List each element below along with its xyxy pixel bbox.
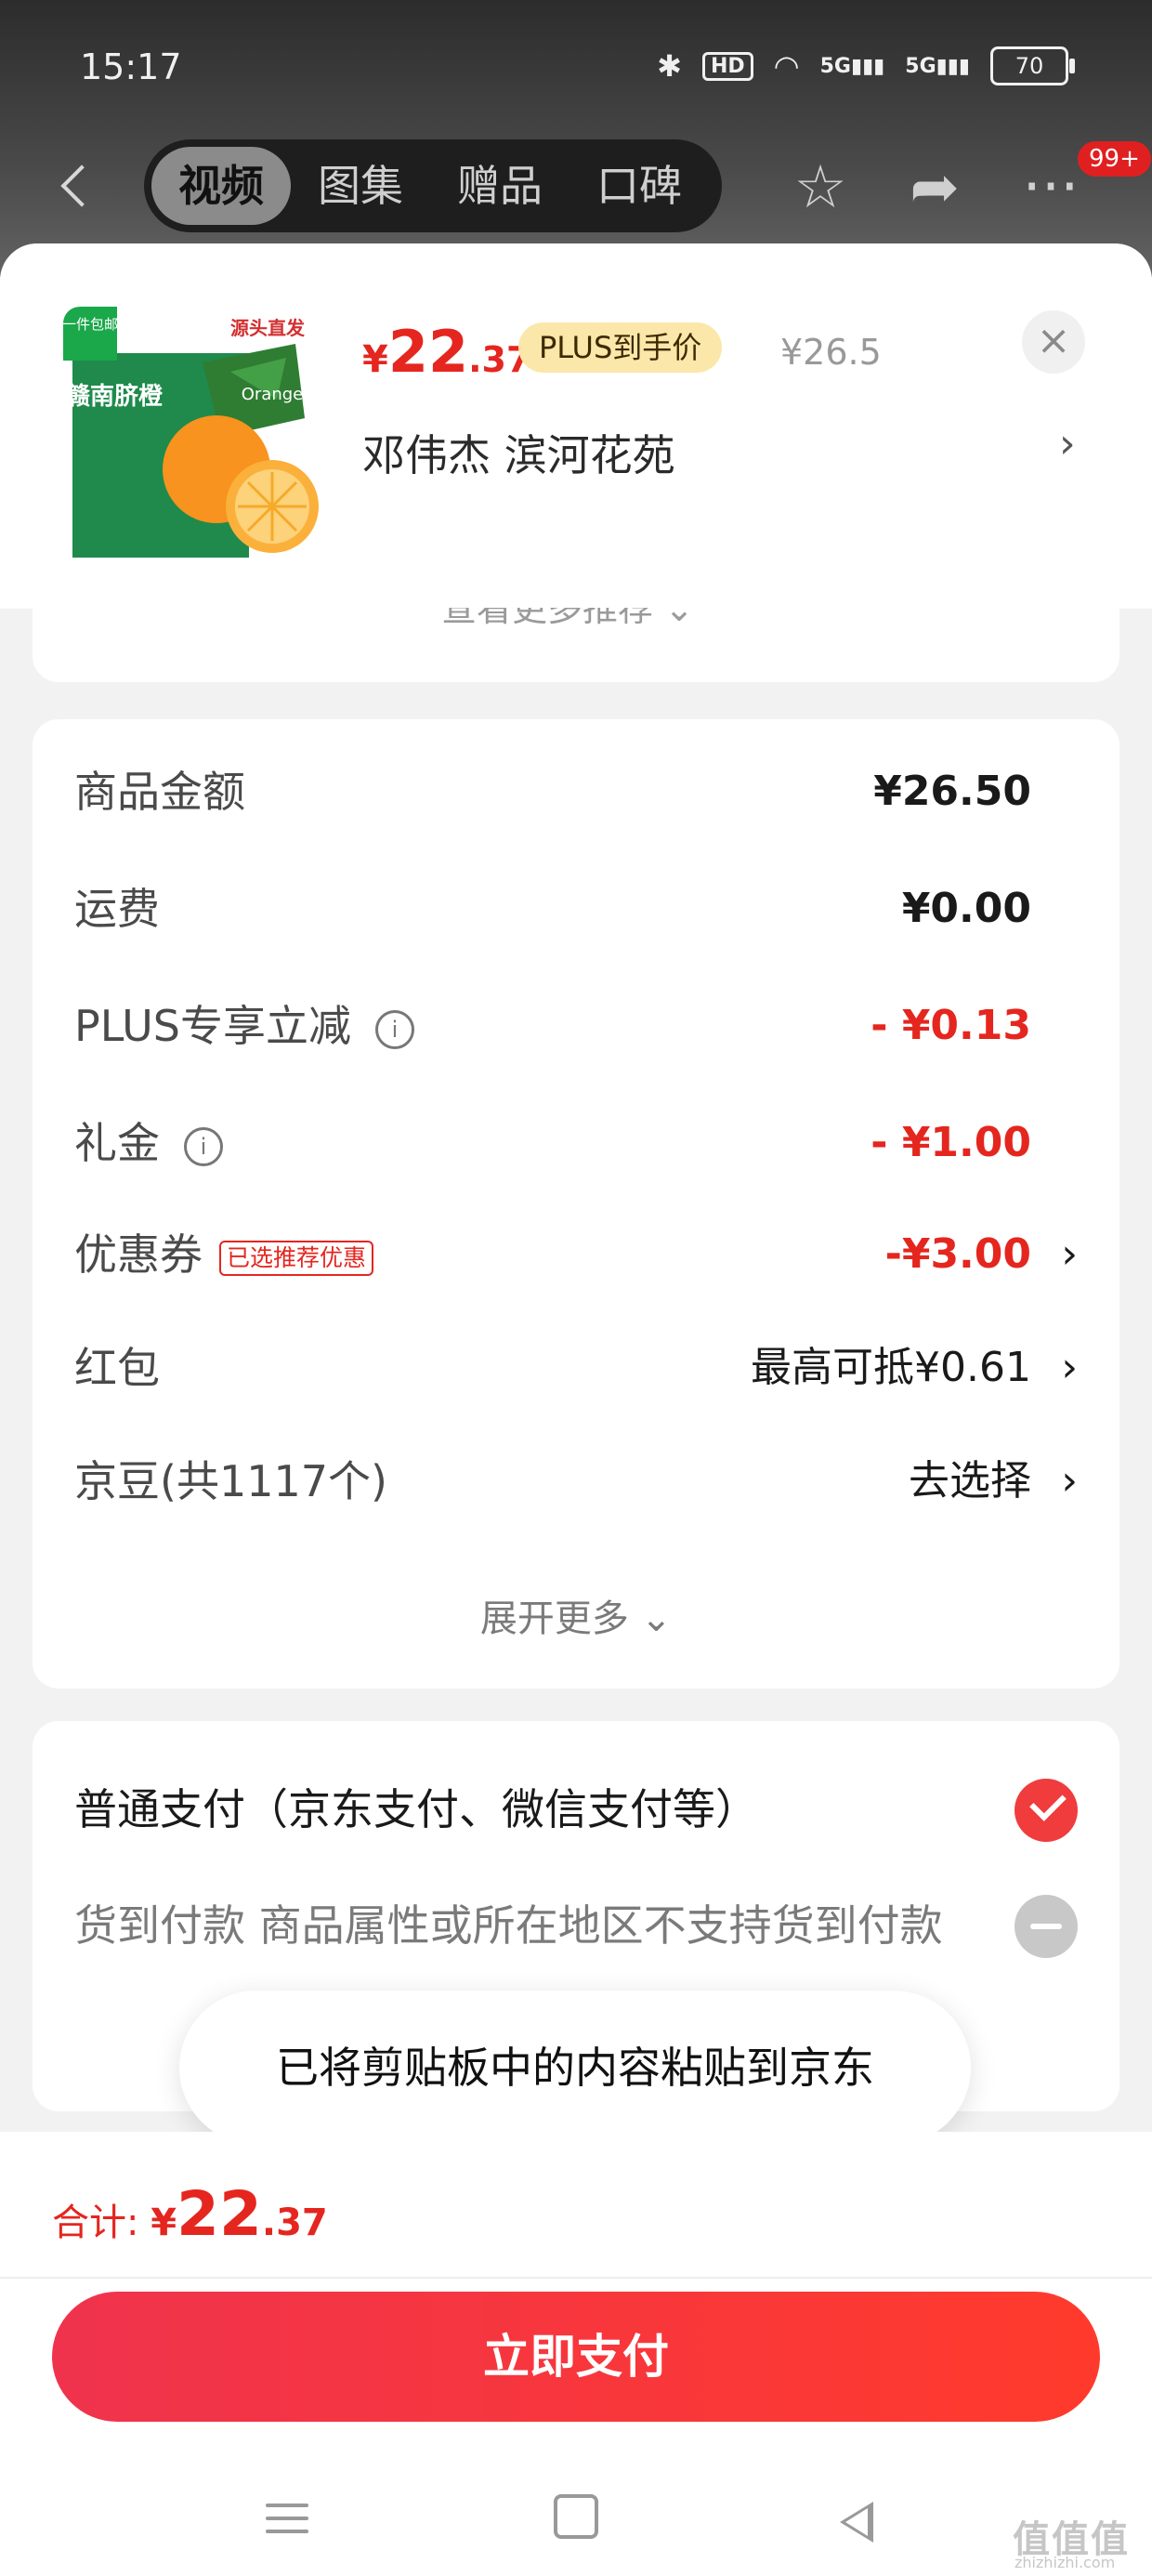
coupon-tag: 已选推荐优惠	[219, 1240, 374, 1276]
product-header: 一件包邮 源头直发 赣南脐橙 Orange ¥22.37 PLUS到手价 ¥26…	[0, 243, 1152, 609]
product-thumbnail: 一件包邮 源头直发 赣南脐橙 Orange	[63, 307, 325, 569]
cost-row-gift-money: 礼金 i - ¥1.00	[74, 1106, 1078, 1180]
cost-value: 去选择	[909, 1457, 1031, 1505]
disabled-icon	[1015, 1895, 1078, 1958]
clock: 15:17	[80, 46, 182, 87]
orange-box-image: 一件包邮 源头直发 赣南脐橙 Orange	[63, 307, 325, 569]
cost-label: 红包	[74, 1343, 160, 1393]
checkmark-icon[interactable]	[1015, 1779, 1078, 1842]
chevron-right-icon[interactable]: ›	[1061, 1444, 1078, 1518]
cost-row-jingdou[interactable]: 京豆(共1117个) 去选择 ›	[74, 1444, 1078, 1518]
cost-value: ¥26.50	[873, 768, 1031, 815]
back-button[interactable]	[56, 160, 102, 216]
total-currency: ¥	[151, 2201, 177, 2244]
payment-option-cod: 货到付款 商品属性或所在地区不支持货到付款	[74, 1884, 1078, 1967]
order-total: 合计: ¥22.37	[52, 2178, 328, 2250]
media-tabs: 视频 图集 赠品 口碑	[144, 139, 722, 232]
cost-value: -¥3.00	[884, 1230, 1031, 1278]
watermark-url: zhizhizhi.com	[1015, 2554, 1116, 2571]
battery-icon: 70	[990, 46, 1075, 85]
recent-apps-button[interactable]	[266, 2494, 321, 2550]
top-nav: 视频 图集 赠品 口碑 ☆ ➦ ···	[0, 139, 1152, 232]
product-price: ¥22.37	[362, 318, 530, 386]
total-decimal: .37	[261, 2201, 328, 2244]
info-icon[interactable]: i	[184, 1126, 223, 1166]
shipping-address[interactable]: 邓伟杰 滨河花苑	[362, 422, 675, 483]
original-price: ¥26.5	[780, 332, 882, 373]
cost-label: 商品金额	[74, 767, 245, 817]
cost-value: - ¥0.13	[871, 1002, 1031, 1049]
payment-option-normal[interactable]: 普通支付（京东支付、微信支付等）	[74, 1768, 1078, 1851]
wifi-icon: ◠	[773, 48, 800, 84]
pay-now-button[interactable]: 立即支付	[52, 2292, 1100, 2422]
status-icons: ✱ HD ◠ 5G▮▮▮ 5G▮▮▮ 70	[657, 46, 1075, 85]
tab-gift[interactable]: 赠品	[430, 147, 569, 225]
cost-value: - ¥1.00	[871, 1119, 1031, 1166]
cost-row-plus-discount: PLUS专享立减 i - ¥0.13	[74, 989, 1078, 1063]
cost-label: 运费	[74, 884, 160, 934]
plus-price-badge: PLUS到手价	[518, 322, 723, 373]
recommend-card: 查看更多推荐 ⌄	[33, 608, 1119, 682]
payment-label: 货到付款 商品属性或所在地区不支持货到付款	[74, 1900, 943, 1951]
checkout-bar: 合计: ¥22.37 立即支付	[0, 2132, 1152, 2576]
bluetooth-icon: ✱	[657, 48, 682, 84]
signal-icon-2: 5G▮▮▮	[905, 54, 970, 78]
thumb-tag-1: 一件包邮	[63, 316, 118, 333]
cost-row-coupon[interactable]: 优惠券 已选推荐优惠 -¥3.00 ›	[74, 1217, 1078, 1292]
cost-row-shipping: 运费 ¥0.00	[74, 872, 1078, 946]
star-icon[interactable]: ☆	[785, 152, 856, 223]
status-bar: 15:17 ✱ HD ◠ 5G▮▮▮ 5G▮▮▮ 70	[0, 37, 1152, 102]
notification-badge: 99+	[1078, 141, 1151, 177]
cost-row-goods: 商品金额 ¥26.50	[74, 755, 1078, 829]
price-integer: 22	[387, 318, 469, 386]
more-recommend-link[interactable]: 查看更多推荐 ⌄	[441, 608, 694, 631]
system-back-button[interactable]	[840, 2502, 896, 2557]
thumb-tag-2: 源头直发	[230, 317, 306, 339]
cost-value: ¥0.00	[901, 885, 1031, 932]
cost-label: 礼金 i	[74, 1106, 223, 1180]
payment-label: 普通支付（京东支付、微信支付等）	[74, 1784, 758, 1834]
cost-row-red-packet[interactable]: 红包 最高可抵¥0.61 ›	[74, 1331, 1078, 1405]
cost-breakdown-card: 商品金额 ¥26.50 运费 ¥0.00 PLUS专享立减 i - ¥0.13 礼…	[33, 719, 1119, 1689]
total-label: 合计:	[52, 2201, 151, 2244]
cost-value: 最高可抵¥0.61	[751, 1344, 1031, 1391]
share-icon[interactable]: ➦	[899, 152, 970, 223]
close-button[interactable]: ×	[1022, 310, 1085, 374]
chevron-right-icon[interactable]: ›	[1059, 420, 1076, 467]
signal-icon-1: 5G▮▮▮	[819, 54, 885, 78]
tab-video[interactable]: 视频	[151, 147, 291, 225]
thumb-orange-text: Orange	[242, 385, 304, 404]
total-integer: 22	[177, 2178, 262, 2250]
expand-more-button[interactable]: 展开更多 ⌄	[33, 1588, 1119, 1642]
hd-icon: HD	[701, 51, 753, 81]
home-button[interactable]	[554, 2494, 609, 2550]
cost-label: 优惠券 已选推荐优惠	[74, 1217, 374, 1292]
tab-reviews[interactable]: 口碑	[569, 147, 709, 225]
clipboard-toast: 已将剪贴板中的内容粘贴到京东	[179, 1991, 971, 2145]
system-nav-bar	[0, 2476, 1152, 2569]
divider	[0, 2277, 1152, 2279]
cost-label: 京豆(共1117个)	[74, 1456, 387, 1506]
chevron-right-icon[interactable]: ›	[1061, 1217, 1078, 1292]
price-currency: ¥	[362, 338, 388, 381]
tab-gallery[interactable]: 图集	[291, 147, 430, 225]
cost-label: PLUS专享立减 i	[74, 989, 414, 1063]
thumb-title: 赣南脐橙	[66, 382, 164, 411]
info-icon[interactable]: i	[374, 1009, 414, 1049]
more-icon[interactable]: ···	[1015, 152, 1086, 223]
chevron-right-icon[interactable]: ›	[1061, 1331, 1078, 1405]
